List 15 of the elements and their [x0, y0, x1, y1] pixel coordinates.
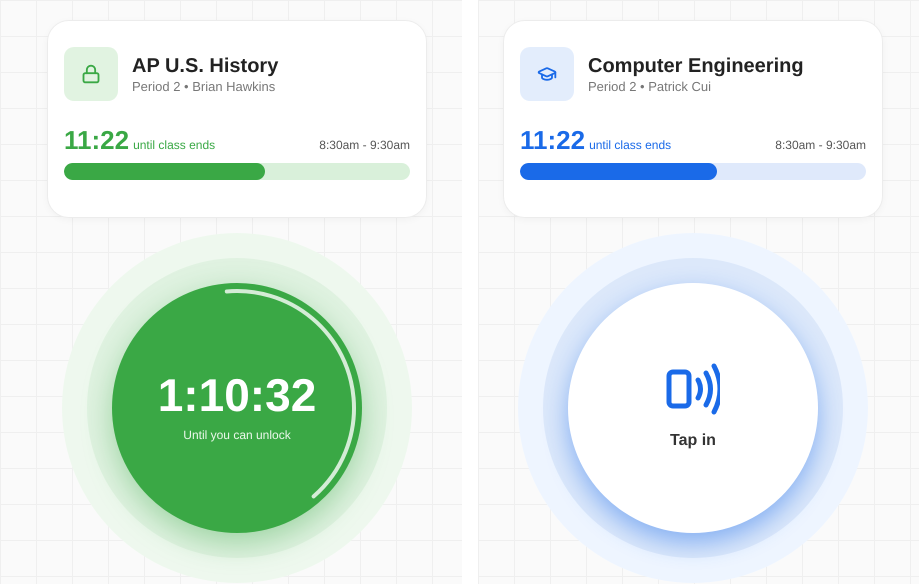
course-title: Computer Engineering — [588, 56, 804, 76]
course-title: AP U.S. History — [132, 56, 278, 76]
phone-signal-icon — [666, 363, 720, 415]
countdown-label: until class ends — [589, 139, 672, 151]
course-subtitle: Period 2 • Brian Hawkins — [132, 80, 276, 92]
unlock-label: Until you can unlock — [183, 427, 291, 444]
countdown: 11:22 — [64, 127, 130, 153]
tap-in-button[interactable]: Tap in — [568, 283, 818, 533]
time-range: 8:30am - 9:30am — [319, 139, 410, 151]
lock-icon — [81, 64, 101, 84]
course-subtitle: Period 2 • Patrick Cui — [588, 80, 712, 92]
countdown-label: until class ends — [133, 139, 216, 151]
countdown: 11:22 — [520, 127, 586, 153]
unlock-timer: 1:10:32 — [158, 372, 316, 418]
time-range: 8:30am - 9:30am — [775, 139, 866, 151]
